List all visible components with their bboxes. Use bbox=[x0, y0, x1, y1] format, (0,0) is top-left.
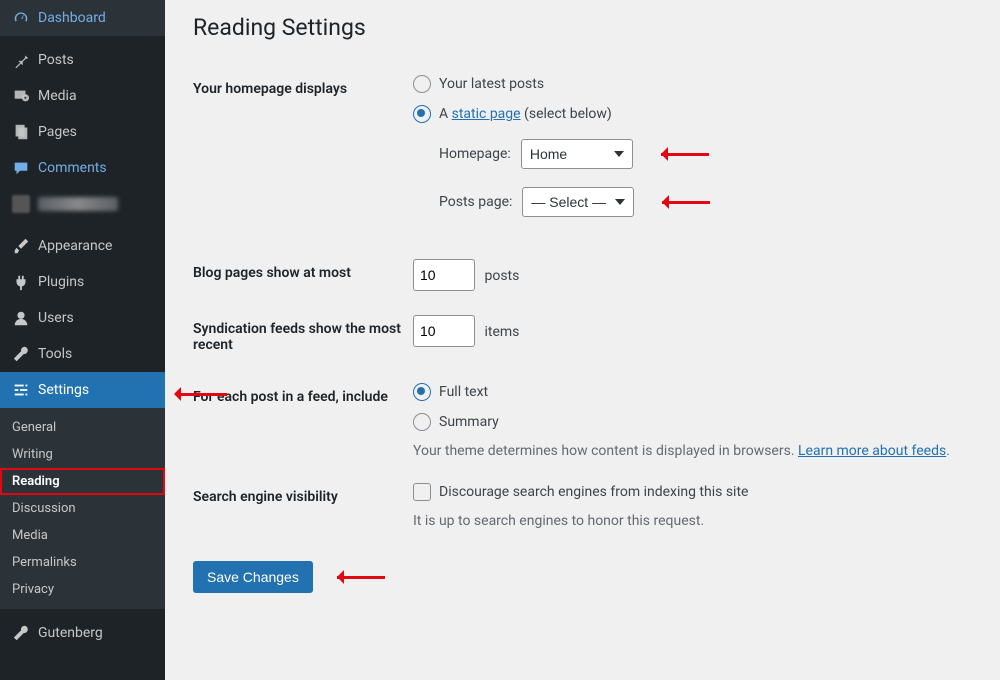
media-icon bbox=[12, 87, 30, 105]
sidebar-item-comments[interactable]: Comments bbox=[0, 150, 165, 186]
comment-icon bbox=[12, 159, 30, 177]
radio-summary-label: Summary bbox=[439, 414, 499, 430]
blog-pages-input[interactable] bbox=[413, 259, 475, 291]
sidebar-item-settings[interactable]: Settings bbox=[0, 372, 165, 408]
pin-icon bbox=[12, 51, 30, 69]
sidebar-item-label: Appearance bbox=[38, 238, 112, 254]
static-page-link[interactable]: static page bbox=[452, 106, 521, 122]
annotation-arrow-icon bbox=[661, 148, 721, 160]
settings-form: Your homepage displays Your latest posts… bbox=[193, 63, 972, 541]
submenu-item-general[interactable]: General bbox=[0, 414, 165, 441]
submenu-item-writing[interactable]: Writing bbox=[0, 441, 165, 468]
settings-content: Reading Settings Your homepage displays … bbox=[165, 0, 1000, 680]
sidebar-item-users[interactable]: Users bbox=[0, 300, 165, 336]
sidebar-item-label: Settings bbox=[38, 382, 89, 398]
pages-icon bbox=[12, 123, 30, 141]
radio-latest-posts-label: Your latest posts bbox=[439, 76, 544, 92]
seo-description: It is up to search engines to honor this… bbox=[413, 513, 972, 529]
sidebar-item-site[interactable] bbox=[0, 186, 165, 222]
posts-page-select-label: Posts page: bbox=[439, 194, 512, 210]
sidebar-item-plugins[interactable]: Plugins bbox=[0, 264, 165, 300]
sidebar-item-label: Plugins bbox=[38, 274, 84, 290]
submenu-item-media[interactable]: Media bbox=[0, 522, 165, 549]
submenu-item-permalinks[interactable]: Permalinks bbox=[0, 549, 165, 576]
syndication-input[interactable] bbox=[413, 315, 475, 347]
sidebar-item-label: Gutenberg bbox=[38, 625, 103, 641]
sidebar-item-pages[interactable]: Pages bbox=[0, 114, 165, 150]
admin-sidebar: Dashboard Posts Media Pages Comments bbox=[0, 0, 165, 680]
sidebar-item-label: Dashboard bbox=[38, 10, 106, 26]
seo-checkbox-label: Discourage search engines from indexing … bbox=[439, 484, 748, 500]
sidebar-item-appearance[interactable]: Appearance bbox=[0, 228, 165, 264]
dashboard-icon bbox=[12, 9, 30, 27]
annotation-arrow-icon bbox=[167, 388, 227, 400]
annotation-arrow-icon bbox=[337, 571, 397, 583]
user-icon bbox=[12, 309, 30, 327]
sidebar-item-label: Media bbox=[38, 88, 77, 104]
wrench-icon bbox=[12, 624, 30, 642]
settings-submenu: General Writing Reading Discussion Media… bbox=[0, 408, 165, 609]
syndication-heading: Syndication feeds show the most recent bbox=[193, 303, 413, 371]
radio-latest-posts[interactable] bbox=[413, 75, 431, 93]
feed-description: Your theme determines how content is dis… bbox=[413, 443, 972, 459]
submenu-item-discussion[interactable]: Discussion bbox=[0, 495, 165, 522]
sidebar-item-media[interactable]: Media bbox=[0, 78, 165, 114]
blog-pages-heading: Blog pages show at most bbox=[193, 247, 413, 303]
posts-page-select[interactable]: — Select — bbox=[522, 187, 634, 217]
sidebar-item-label: Tools bbox=[38, 346, 72, 362]
homepage-select[interactable]: Home bbox=[521, 139, 633, 169]
sidebar-item-label: Posts bbox=[38, 52, 74, 68]
homepage-displays-heading: Your homepage displays bbox=[193, 63, 413, 247]
sidebar-item-posts[interactable]: Posts bbox=[0, 42, 165, 78]
brush-icon bbox=[12, 237, 30, 255]
gear-icon bbox=[12, 381, 30, 399]
sidebar-item-label: Users bbox=[38, 310, 74, 326]
radio-summary[interactable] bbox=[413, 413, 431, 431]
seo-heading: Search engine visibility bbox=[193, 471, 413, 541]
sidebar-item-dashboard[interactable]: Dashboard bbox=[0, 0, 165, 36]
annotation-arrow-icon bbox=[662, 196, 722, 208]
plug-icon bbox=[12, 273, 30, 291]
radio-static-page-label: A static page (select below) bbox=[439, 106, 612, 122]
radio-full-text[interactable] bbox=[413, 383, 431, 401]
seo-discourage-checkbox[interactable] bbox=[413, 483, 431, 501]
radio-full-text-label: Full text bbox=[439, 384, 488, 400]
radio-static-page[interactable] bbox=[413, 105, 431, 123]
syndication-unit: items bbox=[484, 324, 519, 340]
feed-include-heading: For each post in a feed, include bbox=[193, 371, 413, 471]
sidebar-item-gutenberg[interactable]: Gutenberg bbox=[0, 615, 165, 651]
submenu-item-privacy[interactable]: Privacy bbox=[0, 576, 165, 603]
submenu-item-reading[interactable]: Reading bbox=[0, 468, 165, 495]
site-icon bbox=[12, 195, 30, 213]
learn-more-feeds-link[interactable]: Learn more about feeds bbox=[798, 443, 946, 459]
homepage-select-label: Homepage: bbox=[439, 146, 511, 162]
sidebar-item-tools[interactable]: Tools bbox=[0, 336, 165, 372]
save-changes-button[interactable]: Save Changes bbox=[193, 561, 313, 593]
sidebar-item-label: Pages bbox=[38, 124, 77, 140]
sidebar-item-label: Comments bbox=[38, 160, 107, 176]
page-title: Reading Settings bbox=[193, 14, 972, 41]
wrench-icon bbox=[12, 345, 30, 363]
site-name-blurred bbox=[38, 197, 118, 211]
blog-pages-unit: posts bbox=[484, 268, 519, 284]
